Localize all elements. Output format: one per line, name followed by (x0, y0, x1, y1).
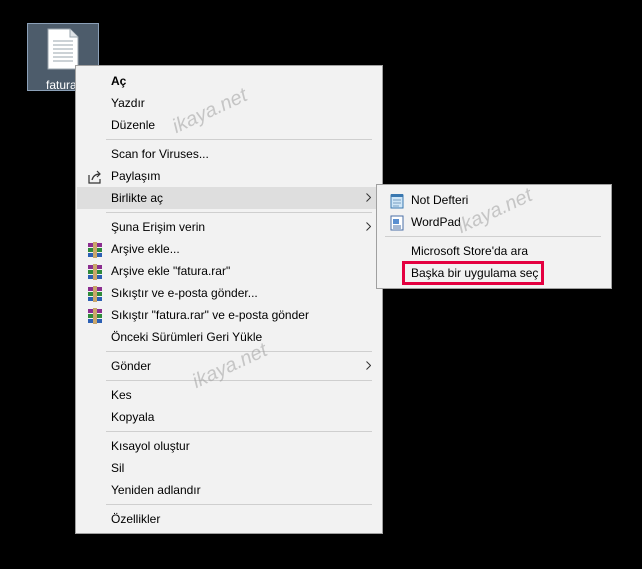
menu-item-create-shortcut[interactable]: Kısayol oluştur (77, 435, 381, 457)
menu-item-add-to-fatura-rar[interactable]: Arşive ekle "fatura.rar" (77, 260, 381, 282)
wordpad-icon (390, 215, 404, 231)
menu-item-label: Arşive ekle... (111, 242, 180, 256)
menu-item-label: Düzenle (111, 118, 156, 132)
menu-item-label: Gönder (111, 359, 152, 373)
share-icon (88, 170, 101, 184)
winrar-icon (88, 308, 102, 324)
menu-item-label: Sıkıştır ve e-posta gönder... (111, 286, 258, 300)
menu-item-label: Birlikte aç (111, 191, 164, 205)
menu-item-label: Scan for Viruses... (111, 147, 209, 161)
menu-item-label: Sıkıştır "fatura.rar" ve e-posta gönder (111, 308, 309, 322)
menu-item-label: Şuna Erişim verin (111, 220, 206, 234)
chevron-right-icon (366, 361, 371, 370)
menu-item-label: Kopyala (111, 410, 155, 424)
menu-item-properties[interactable]: Özellikler (77, 508, 381, 530)
menu-item-label: Kısayol oluştur (111, 439, 190, 453)
chevron-right-icon (366, 193, 371, 202)
menu-item-cut[interactable]: Kes (77, 384, 381, 406)
menu-item-label: Arşive ekle "fatura.rar" (111, 264, 231, 278)
menu-item-label: Kes (111, 388, 132, 402)
notepad-icon (390, 194, 404, 209)
document-icon (47, 28, 79, 70)
menu-item-scan-viruses[interactable]: Scan for Viruses... (77, 143, 381, 165)
menu-item-label: Önceki Sürümleri Geri Yükle (111, 330, 263, 344)
submenu-separator (385, 236, 601, 237)
menu-item-label: Yazdır (111, 96, 145, 110)
annotation-highlight-box (402, 261, 544, 285)
menu-separator (106, 380, 372, 381)
menu-item-label: Paylaşım (111, 169, 161, 183)
menu-separator (106, 431, 372, 432)
menu-item-compress-email[interactable]: Sıkıştır ve e-posta gönder... (77, 282, 381, 304)
context-menu: Aç Yazdır Düzenle Scan for Viruses... Pa… (75, 65, 383, 534)
menu-item-compress-fatura-email[interactable]: Sıkıştır "fatura.rar" ve e-posta gönder (77, 304, 381, 326)
menu-item-give-access[interactable]: Şuna Erişim verin (77, 216, 381, 238)
menu-separator (106, 139, 372, 140)
submenu-item-label: Microsoft Store'da ara (411, 244, 529, 258)
menu-item-open-with[interactable]: Birlikte aç (77, 187, 381, 209)
menu-item-restore-versions[interactable]: Önceki Sürümleri Geri Yükle (77, 326, 381, 348)
menu-item-label: Aç (111, 74, 127, 88)
menu-separator (106, 212, 372, 213)
menu-item-label: Yeniden adlandır (111, 483, 201, 497)
menu-item-delete[interactable]: Sil (77, 457, 381, 479)
submenu-item-search-store[interactable]: Microsoft Store'da ara (378, 240, 610, 262)
chevron-right-icon (366, 222, 371, 231)
menu-separator (106, 504, 372, 505)
menu-item-share[interactable]: Paylaşım (77, 165, 381, 187)
winrar-icon (88, 242, 102, 258)
winrar-icon (88, 264, 102, 280)
menu-item-edit[interactable]: Düzenle (77, 114, 381, 136)
menu-item-label: Özellikler (111, 512, 161, 526)
menu-item-copy[interactable]: Kopyala (77, 406, 381, 428)
menu-item-rename[interactable]: Yeniden adlandır (77, 479, 381, 501)
winrar-icon (88, 286, 102, 302)
menu-item-label: Sil (111, 461, 125, 475)
submenu-item-label: Not Defteri (411, 193, 469, 207)
menu-item-add-archive[interactable]: Arşive ekle... (77, 238, 381, 260)
